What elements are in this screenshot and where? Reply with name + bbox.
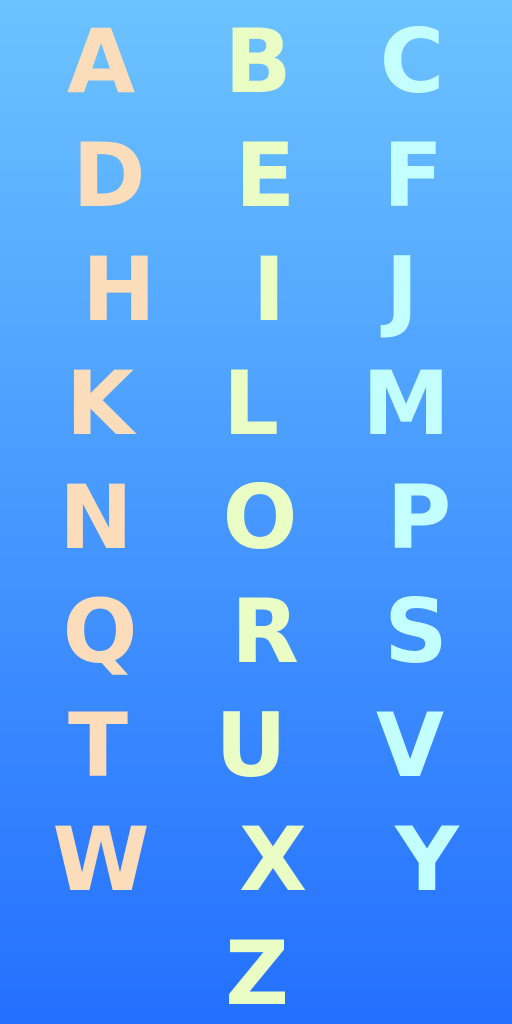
letter-e: E (234, 124, 296, 227)
letter-u: U (215, 694, 287, 797)
letter-j: J (385, 238, 419, 341)
letter-m: M (362, 352, 450, 455)
letter-a: A (66, 10, 136, 113)
letter-x: X (239, 808, 307, 911)
letter-f: F (382, 124, 444, 227)
letter-o: O (222, 466, 298, 569)
letter-q: Q (62, 580, 138, 683)
letter-w: W (52, 808, 150, 911)
letter-z: Z (225, 922, 289, 1024)
letter-i: I (252, 238, 286, 341)
letter-k: K (65, 352, 135, 455)
letter-n: N (59, 466, 133, 569)
letter-h: H (82, 238, 156, 341)
letter-c: C (379, 10, 445, 113)
letter-grid: A B C D E F H I J K L M N O P Q R S T U … (0, 0, 512, 1024)
letter-s: S (384, 580, 448, 683)
letter-v: V (375, 694, 445, 797)
letter-y: Y (395, 808, 459, 911)
letter-d: D (72, 124, 146, 227)
letter-b: B (224, 10, 292, 113)
letter-r: R (231, 580, 299, 683)
letter-p: P (386, 466, 452, 569)
letter-t: T (67, 694, 129, 797)
letter-l: L (222, 352, 280, 455)
